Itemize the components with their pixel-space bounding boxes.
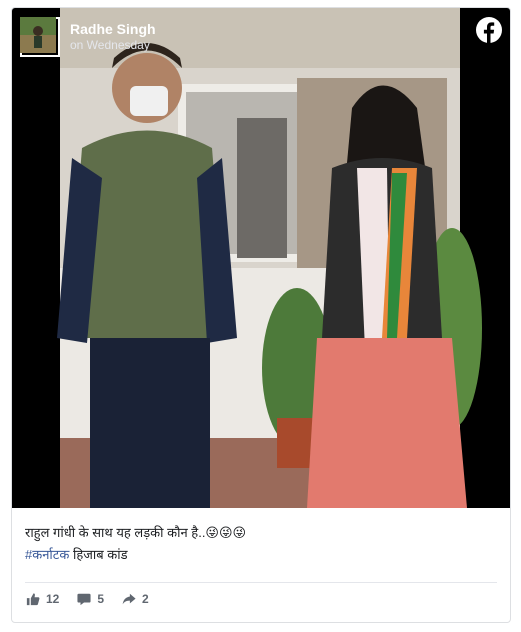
likes-stat[interactable]: 12 xyxy=(26,592,59,606)
hashtag-link[interactable]: #कर्नाटक xyxy=(25,547,69,562)
post-caption: राहुल गांधी के साथ यह लड़की कौन है..😜😜😜 … xyxy=(25,522,495,566)
comments-count: 5 xyxy=(97,592,105,606)
caption-tail: हिजाब कांड xyxy=(69,547,128,562)
facebook-logo-icon[interactable] xyxy=(476,17,502,43)
comment-icon xyxy=(77,593,91,606)
thumbs-up-icon xyxy=(26,593,40,606)
likes-count: 12 xyxy=(46,592,60,606)
divider xyxy=(25,582,497,583)
comments-stat[interactable]: 5 xyxy=(77,592,104,606)
caption-line-2: #कर्नाटक हिजाब कांड xyxy=(25,544,495,566)
post-header: Radhe Singh on Wednesday xyxy=(20,17,156,57)
shares-stat[interactable]: 2 xyxy=(122,592,149,606)
author-avatar[interactable] xyxy=(20,17,60,57)
post-photo[interactable]: Radhe Singh on Wednesday xyxy=(12,8,510,508)
shares-count: 2 xyxy=(142,592,149,606)
share-icon xyxy=(122,593,136,605)
author-name[interactable]: Radhe Singh xyxy=(70,21,156,38)
caption-line-1: राहुल गांधी के साथ यह लड़की कौन है..😜😜😜 xyxy=(25,525,247,540)
photo-illustration xyxy=(57,8,482,508)
facebook-post-card: Radhe Singh on Wednesday राहुल गांधी के … xyxy=(11,7,511,623)
engagement-stats: 12 5 2 xyxy=(26,592,167,606)
post-timestamp[interactable]: on Wednesday xyxy=(70,38,156,53)
